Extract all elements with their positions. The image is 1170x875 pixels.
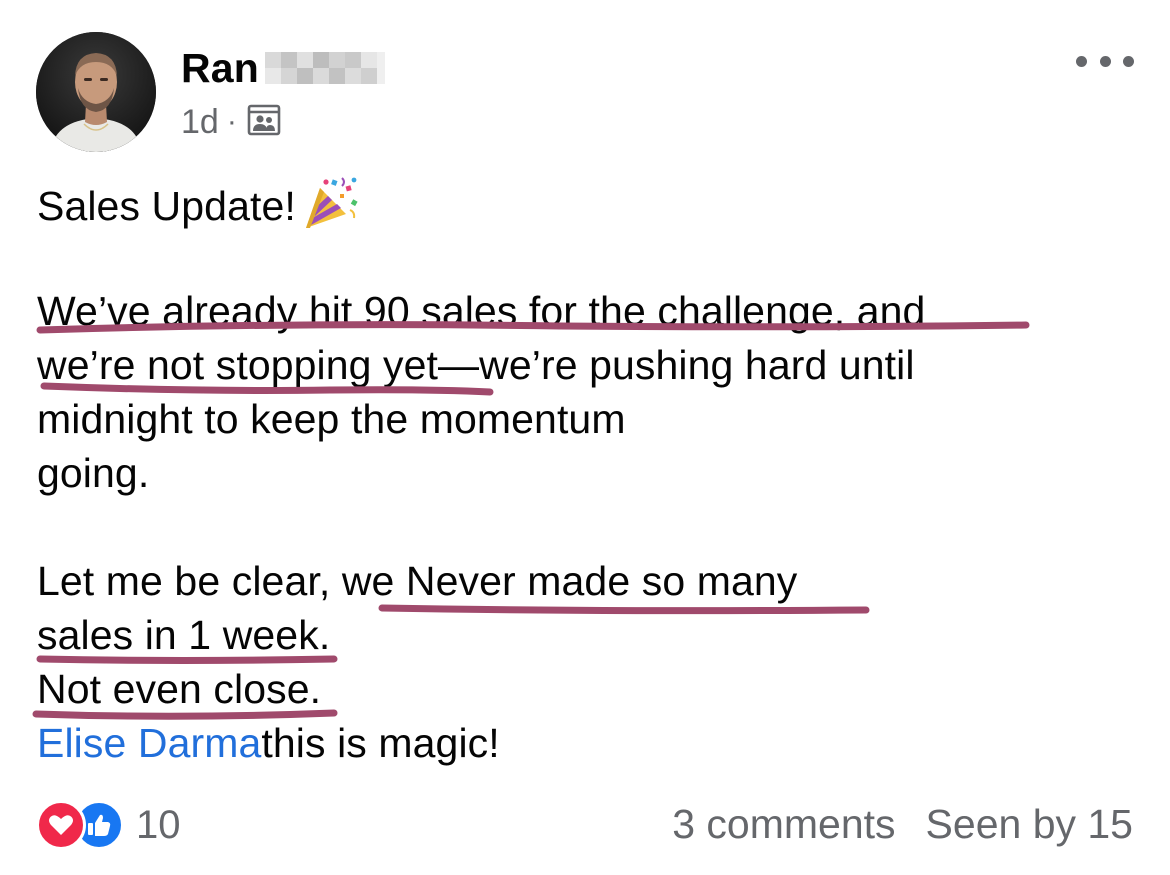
post-body-line: Let me be clear, we Never made so many [37,558,798,604]
post-body-line: Not even close. [37,666,322,712]
post-meta: 1d · [181,100,281,144]
seen-by-count[interactable]: Seen by 15 [926,801,1133,848]
post-body-line: We’ve already hit 90 sales for the chall… [37,288,926,334]
redacted-name-pixelation [265,46,395,90]
avatar-image [36,32,156,152]
post-body-line: sales in 1 week. [37,612,331,658]
group-members-icon[interactable] [247,104,281,141]
post-body-line: we’re not stopping yet—we’re pushing har… [37,342,915,388]
more-options-icon [1123,55,1134,67]
more-options-icon [1076,55,1087,67]
underline-mark [378,604,870,615]
author-name[interactable]: Ran [181,45,259,92]
pixelation-block [265,52,386,84]
reaction-count[interactable]: 10 [136,803,181,848]
post-headline-line: Sales Update! [37,176,360,245]
comments-count-link[interactable]: 3 comments [672,801,895,848]
post-headline: Sales Update! [37,183,296,229]
facebook-post: Ran 1d · Sales Update! We’ve already hit… [0,0,1170,875]
post-body-line: going. [37,450,150,496]
more-options-button[interactable] [1076,44,1134,78]
party-popper-emoji [302,176,360,245]
mention-link[interactable]: Elise Darma [37,720,261,766]
author-avatar[interactable] [36,32,156,152]
post-stats: 3 comments Seen by 15 [672,797,1133,851]
reactions-summary[interactable]: 10 [36,800,181,850]
love-reaction-icon [36,800,86,850]
meta-separator: · [226,105,237,138]
post-body-line: midnight to keep the momentum [37,396,626,442]
more-options-icon [1099,55,1111,67]
post-mention-line: Elise Darmathis is magic! [37,716,500,770]
post-timestamp[interactable]: 1d [181,103,219,142]
author-row: Ran [181,40,395,96]
mention-trailing-text: this is magic! [261,720,500,766]
